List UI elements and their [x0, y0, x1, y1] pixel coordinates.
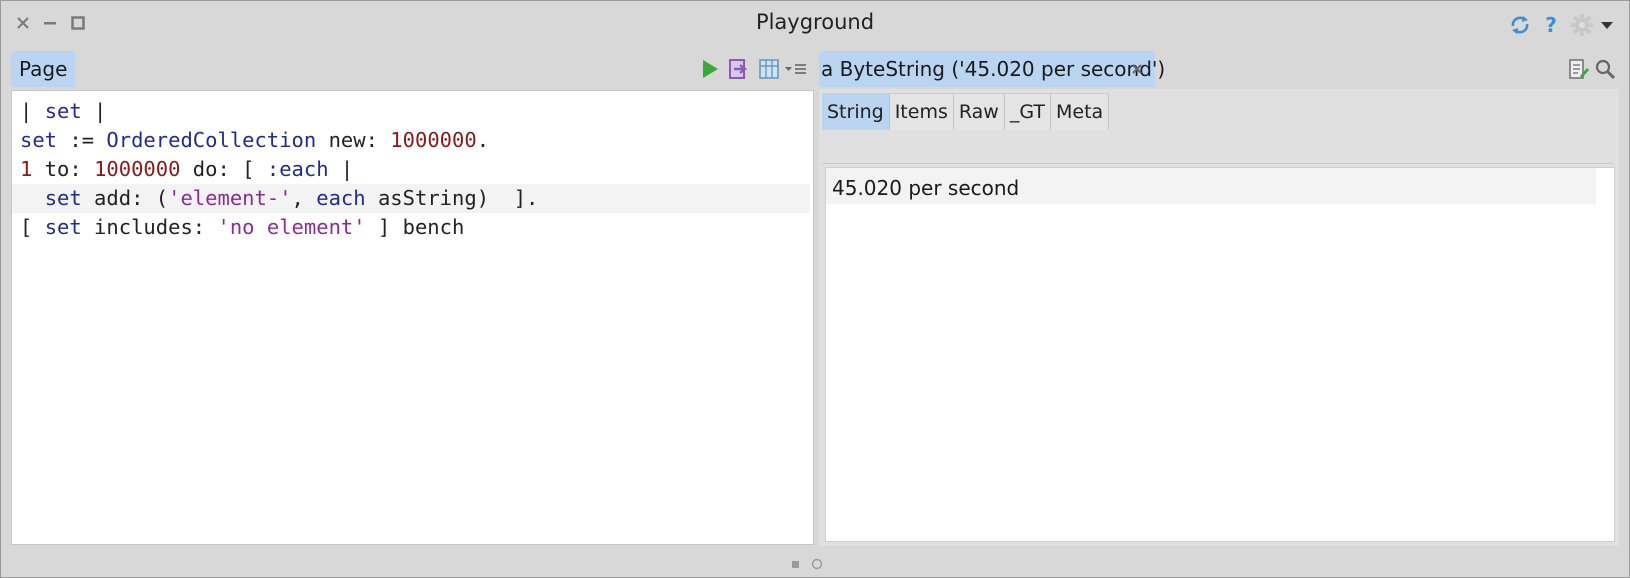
code-token: each [316, 186, 366, 210]
code-token: asString) ]. [365, 186, 539, 210]
tab-page[interactable]: Page [11, 51, 76, 87]
pager [791, 555, 823, 574]
code-token: . [476, 128, 490, 152]
code-token: | [81, 99, 107, 123]
code-token: includes: [81, 215, 218, 239]
code-token: :each [266, 157, 329, 181]
tab-gt[interactable]: _GT [1004, 93, 1051, 130]
tab-meta[interactable]: Meta [1050, 93, 1110, 130]
code-token: := [57, 128, 107, 152]
code-line[interactable]: [ set includes: 'no element' ] bench [20, 213, 810, 242]
tab-string[interactable]: String [822, 93, 890, 130]
code-token: 'no element' [217, 215, 366, 239]
code-token: , [291, 186, 317, 210]
playground-panel: Page | set | set := OrderedCollection ne… [11, 51, 816, 546]
code-token: | [20, 99, 45, 123]
code-token: | [328, 157, 354, 181]
code-token: set [20, 128, 58, 152]
run-icon[interactable] [698, 57, 722, 81]
code-token: 'element-' [168, 186, 292, 210]
code-token: ] bench [365, 215, 465, 239]
print-it-icon[interactable] [727, 57, 751, 81]
window-title: Playground [755, 10, 875, 34]
bindings-icon[interactable] [757, 57, 781, 81]
bottom-bar [1, 547, 1629, 577]
code-token: new: [316, 128, 391, 152]
sync-icon[interactable] [1507, 14, 1533, 36]
code-token: set [44, 215, 82, 239]
string-value[interactable]: 45.020 per second [832, 176, 1019, 200]
code-token: to: [32, 157, 95, 181]
inspector-body: String Items Raw _GT Meta 45.020 per second [819, 89, 1619, 546]
browse-icon[interactable] [1567, 57, 1591, 81]
code-editor[interactable]: | set | set := OrderedCollection new: 100… [11, 90, 814, 545]
playground-window: Playground ? Page | set | set:= Ordered… [0, 0, 1630, 578]
string-line: 45.020 per second [826, 168, 1596, 204]
tab-divider [822, 163, 1614, 164]
code-line[interactable]: set add: ('element-', each asString) ]. [12, 184, 810, 213]
code-token: do: [ [180, 157, 267, 181]
code-line[interactable]: | set | [20, 97, 810, 126]
code-token: 1000000 [94, 157, 181, 181]
code-token: add: ( [81, 186, 169, 210]
close-tab-icon[interactable] [1127, 59, 1147, 79]
code-token: set [44, 186, 82, 210]
tab-items[interactable]: Items [889, 93, 954, 130]
code-text[interactable]: | set | set := OrderedCollection new: 100… [12, 97, 810, 242]
page-dot-active-icon[interactable] [791, 555, 801, 574]
settings-icon[interactable] [1569, 14, 1595, 36]
search-icon[interactable] [1593, 57, 1617, 81]
code-token: 1 [20, 157, 33, 181]
code-line[interactable]: 1 to: 1000000 do: [ :each | [20, 155, 810, 184]
view-tabs: String Items Raw _GT Meta [822, 93, 1110, 130]
code-line[interactable]: set := OrderedCollection new: 1000000. [20, 126, 810, 155]
page-dot-icon[interactable] [811, 555, 823, 574]
tab-raw[interactable]: Raw [953, 93, 1005, 130]
string-view[interactable]: 45.020 per second [825, 167, 1615, 542]
title-bar: Playground ? [1, 1, 1629, 45]
inspector-panel: a ByteString ('45.020 per second') Strin… [819, 51, 1619, 546]
help-icon[interactable]: ? [1542, 13, 1560, 37]
code-token: [ [20, 215, 45, 239]
inspected-object-label: a ByteString ('45.020 per second') [821, 57, 1166, 81]
code-token: set [44, 99, 82, 123]
code-token: 1000000 [390, 128, 477, 152]
tab-inspected-object[interactable]: a ByteString ('45.020 per second') [819, 51, 1165, 87]
dropdown-arrow-icon[interactable] [1599, 14, 1615, 36]
code-token: OrderedCollection [106, 128, 317, 152]
menu-icon[interactable] [783, 57, 809, 81]
